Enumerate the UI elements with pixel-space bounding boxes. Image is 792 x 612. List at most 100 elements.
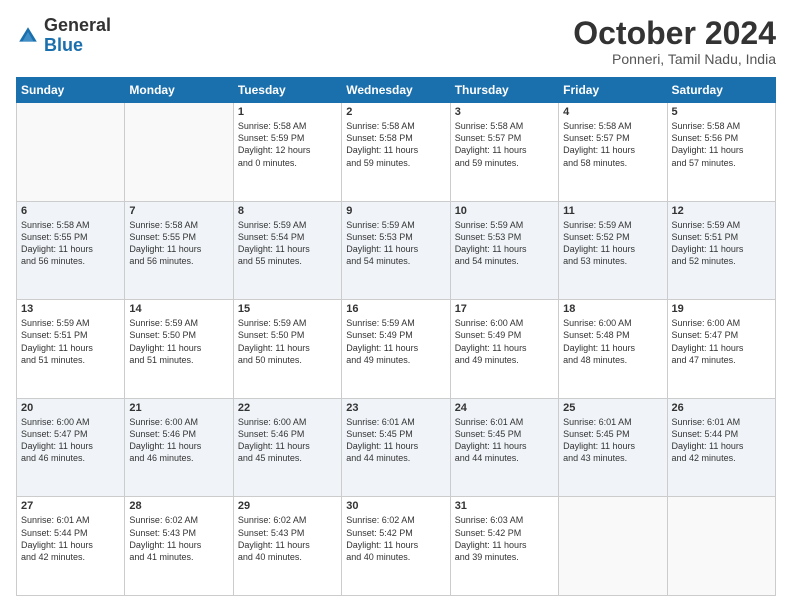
day-content: Sunrise: 5:59 AMSunset: 5:50 PMDaylight:… (238, 317, 337, 366)
calendar-week-2: 6 Sunrise: 5:58 AMSunset: 5:55 PMDaylight… (17, 201, 776, 300)
day-number: 10 (455, 205, 554, 217)
day-content: Sunrise: 5:58 AMSunset: 5:57 PMDaylight:… (563, 120, 662, 169)
calendar-cell: 19 Sunrise: 6:00 AMSunset: 5:47 PMDayligh… (667, 300, 775, 399)
weekday-header-friday: Friday (559, 78, 667, 103)
weekday-header-thursday: Thursday (450, 78, 558, 103)
day-number: 6 (21, 205, 120, 217)
calendar-cell: 17 Sunrise: 6:00 AMSunset: 5:49 PMDayligh… (450, 300, 558, 399)
day-number: 11 (563, 205, 662, 217)
title-block: October 2024 Ponneri, Tamil Nadu, India (573, 16, 776, 67)
day-content: Sunrise: 6:00 AMSunset: 5:48 PMDaylight:… (563, 317, 662, 366)
weekday-header-tuesday: Tuesday (233, 78, 341, 103)
day-content: Sunrise: 5:58 AMSunset: 5:58 PMDaylight:… (346, 120, 445, 169)
calendar-cell: 1 Sunrise: 5:58 AMSunset: 5:59 PMDaylight… (233, 103, 341, 202)
day-content: Sunrise: 5:59 AMSunset: 5:53 PMDaylight:… (455, 219, 554, 268)
logo-icon (16, 24, 40, 48)
day-content: Sunrise: 5:59 AMSunset: 5:53 PMDaylight:… (346, 219, 445, 268)
day-number: 31 (455, 500, 554, 512)
location-subtitle: Ponneri, Tamil Nadu, India (573, 51, 776, 67)
day-number: 26 (672, 402, 771, 414)
calendar-cell: 29 Sunrise: 6:02 AMSunset: 5:43 PMDayligh… (233, 497, 341, 596)
calendar-cell (125, 103, 233, 202)
calendar-cell: 21 Sunrise: 6:00 AMSunset: 5:46 PMDayligh… (125, 398, 233, 497)
day-number: 23 (346, 402, 445, 414)
weekday-header-row: SundayMondayTuesdayWednesdayThursdayFrid… (17, 78, 776, 103)
calendar-cell: 30 Sunrise: 6:02 AMSunset: 5:42 PMDayligh… (342, 497, 450, 596)
day-number: 8 (238, 205, 337, 217)
logo-general-text: General (44, 16, 111, 36)
day-content: Sunrise: 6:01 AMSunset: 5:45 PMDaylight:… (346, 416, 445, 465)
day-content: Sunrise: 6:00 AMSunset: 5:46 PMDaylight:… (129, 416, 228, 465)
calendar-cell: 4 Sunrise: 5:58 AMSunset: 5:57 PMDaylight… (559, 103, 667, 202)
day-content: Sunrise: 5:59 AMSunset: 5:50 PMDaylight:… (129, 317, 228, 366)
calendar-cell: 26 Sunrise: 6:01 AMSunset: 5:44 PMDayligh… (667, 398, 775, 497)
calendar-cell (667, 497, 775, 596)
calendar-cell: 10 Sunrise: 5:59 AMSunset: 5:53 PMDayligh… (450, 201, 558, 300)
day-number: 21 (129, 402, 228, 414)
day-number: 14 (129, 303, 228, 315)
day-content: Sunrise: 6:02 AMSunset: 5:43 PMDaylight:… (238, 514, 337, 563)
weekday-header-saturday: Saturday (667, 78, 775, 103)
calendar-week-1: 1 Sunrise: 5:58 AMSunset: 5:59 PMDaylight… (17, 103, 776, 202)
calendar-week-5: 27 Sunrise: 6:01 AMSunset: 5:44 PMDayligh… (17, 497, 776, 596)
calendar-cell: 2Sunrise: 5:58 AMSunset: 5:58 PMDaylight… (342, 103, 450, 202)
calendar-cell: 20 Sunrise: 6:00 AMSunset: 5:47 PMDayligh… (17, 398, 125, 497)
day-content: Sunrise: 6:01 AMSunset: 5:45 PMDaylight:… (563, 416, 662, 465)
logo-blue-text: Blue (44, 36, 111, 56)
day-content: Sunrise: 5:59 AMSunset: 5:54 PMDaylight:… (238, 219, 337, 268)
day-content: Sunrise: 6:02 AMSunset: 5:43 PMDaylight:… (129, 514, 228, 563)
day-content: Sunrise: 6:00 AMSunset: 5:47 PMDaylight:… (21, 416, 120, 465)
day-content: Sunrise: 6:01 AMSunset: 5:44 PMDaylight:… (21, 514, 120, 563)
calendar-cell: 14 Sunrise: 5:59 AMSunset: 5:50 PMDayligh… (125, 300, 233, 399)
day-content: Sunrise: 5:58 AMSunset: 5:55 PMDaylight:… (21, 219, 120, 268)
calendar-cell: 3 Sunrise: 5:58 AMSunset: 5:57 PMDaylight… (450, 103, 558, 202)
day-number: 29 (238, 500, 337, 512)
calendar-cell: 8 Sunrise: 5:59 AMSunset: 5:54 PMDaylight… (233, 201, 341, 300)
day-content: Sunrise: 5:59 AMSunset: 5:51 PMDaylight:… (21, 317, 120, 366)
day-content: Sunrise: 5:58 AMSunset: 5:57 PMDaylight:… (455, 120, 554, 169)
day-number: 22 (238, 402, 337, 414)
logo: General Blue (16, 16, 111, 56)
day-content: Sunrise: 6:03 AMSunset: 5:42 PMDaylight:… (455, 514, 554, 563)
day-content: Sunrise: 5:59 AMSunset: 5:49 PMDaylight:… (346, 317, 445, 366)
day-number: 7 (129, 205, 228, 217)
day-number: 24 (455, 402, 554, 414)
day-content: Sunrise: 5:58 AMSunset: 5:56 PMDaylight:… (672, 120, 771, 169)
calendar-cell: 11Sunrise: 5:59 AMSunset: 5:52 PMDayligh… (559, 201, 667, 300)
calendar-table: SundayMondayTuesdayWednesdayThursdayFrid… (16, 77, 776, 596)
calendar-cell: 5Sunrise: 5:58 AMSunset: 5:56 PMDaylight… (667, 103, 775, 202)
day-content: Sunrise: 5:59 AMSunset: 5:51 PMDaylight:… (672, 219, 771, 268)
day-number: 16 (346, 303, 445, 315)
calendar-cell: 18 Sunrise: 6:00 AMSunset: 5:48 PMDayligh… (559, 300, 667, 399)
day-number: 27 (21, 500, 120, 512)
day-content: Sunrise: 6:02 AMSunset: 5:42 PMDaylight:… (346, 514, 445, 563)
day-content: Sunrise: 6:01 AMSunset: 5:45 PMDaylight:… (455, 416, 554, 465)
day-number: 17 (455, 303, 554, 315)
day-number: 12 (672, 205, 771, 217)
day-content: Sunrise: 5:58 AMSunset: 5:55 PMDaylight:… (129, 219, 228, 268)
day-content: Sunrise: 5:58 AMSunset: 5:59 PMDaylight:… (238, 120, 337, 169)
calendar-cell: 31 Sunrise: 6:03 AMSunset: 5:42 PMDayligh… (450, 497, 558, 596)
day-content: Sunrise: 6:00 AMSunset: 5:49 PMDaylight:… (455, 317, 554, 366)
calendar-cell: 28Sunrise: 6:02 AMSunset: 5:43 PMDayligh… (125, 497, 233, 596)
calendar-cell: 6 Sunrise: 5:58 AMSunset: 5:55 PMDaylight… (17, 201, 125, 300)
day-content: Sunrise: 6:01 AMSunset: 5:44 PMDaylight:… (672, 416, 771, 465)
calendar-week-3: 13Sunrise: 5:59 AMSunset: 5:51 PMDayligh… (17, 300, 776, 399)
day-number: 4 (563, 106, 662, 118)
day-number: 1 (238, 106, 337, 118)
page-header: General Blue October 2024 Ponneri, Tamil… (16, 16, 776, 67)
weekday-header-sunday: Sunday (17, 78, 125, 103)
day-number: 3 (455, 106, 554, 118)
day-content: Sunrise: 6:00 AMSunset: 5:46 PMDaylight:… (238, 416, 337, 465)
day-content: Sunrise: 6:00 AMSunset: 5:47 PMDaylight:… (672, 317, 771, 366)
calendar-cell (559, 497, 667, 596)
day-number: 9 (346, 205, 445, 217)
calendar-cell: 9 Sunrise: 5:59 AMSunset: 5:53 PMDaylight… (342, 201, 450, 300)
day-number: 18 (563, 303, 662, 315)
day-number: 19 (672, 303, 771, 315)
calendar-cell: 12 Sunrise: 5:59 AMSunset: 5:51 PMDayligh… (667, 201, 775, 300)
day-number: 20 (21, 402, 120, 414)
day-number: 15 (238, 303, 337, 315)
calendar-cell: 23 Sunrise: 6:01 AMSunset: 5:45 PMDayligh… (342, 398, 450, 497)
day-number: 30 (346, 500, 445, 512)
